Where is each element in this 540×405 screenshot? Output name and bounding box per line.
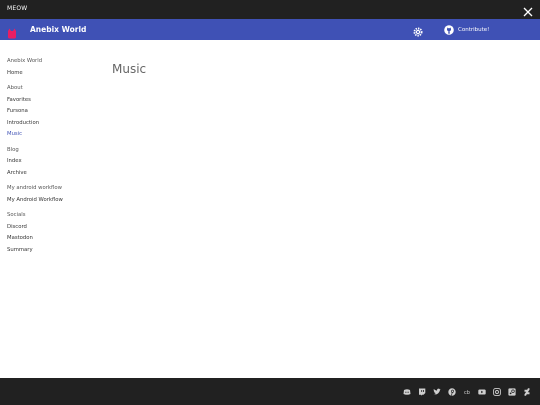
window-title: MEOW xyxy=(7,5,28,12)
sidebar-item-introduction[interactable]: Introduction xyxy=(0,118,100,130)
sidebar-item-discord[interactable]: Discord xyxy=(0,222,100,234)
nav-group-about: About Favorites Fursona Introduction Mus… xyxy=(0,83,100,141)
sidebar-item-home[interactable]: Home xyxy=(0,68,100,80)
gear-icon[interactable] xyxy=(412,23,424,37)
site-footer: cb xyxy=(0,378,540,405)
sidebar-item-archive[interactable]: Archive xyxy=(0,168,100,180)
twitter-icon[interactable] xyxy=(432,387,442,397)
codeberg-icon[interactable]: cb xyxy=(462,387,472,397)
contribute-button[interactable]: Contribute! xyxy=(444,23,489,36)
sidebar-item-index[interactable]: Index xyxy=(0,156,100,168)
site-header: Anebix World Contribute! xyxy=(0,19,540,40)
youtube-icon[interactable] xyxy=(477,387,487,397)
steam-icon[interactable] xyxy=(507,387,517,397)
nav-group-title: My android workflow xyxy=(7,185,62,191)
discord-icon[interactable] xyxy=(402,387,412,397)
deviantart-icon[interactable] xyxy=(522,387,532,397)
sidebar-item-music[interactable]: Music xyxy=(0,129,100,141)
nav-group-socials: Socials Discord Mastodon Summary xyxy=(0,210,100,256)
nav-group-blog: Blog Index Archive xyxy=(0,145,100,180)
nav-group-title: Socials xyxy=(7,212,26,218)
cat-logo-icon[interactable] xyxy=(7,24,17,39)
pinterest-icon[interactable] xyxy=(447,387,457,397)
nav-group-android-workflow: My android workflow My Android Workflow xyxy=(0,183,100,206)
sidebar-item-summary[interactable]: Summary xyxy=(0,245,100,257)
site-brand-link[interactable]: Anebix World xyxy=(30,25,86,34)
sidebar-item-favorites[interactable]: Favorites xyxy=(0,95,100,107)
sidebar-nav: Anebix World Home About Favorites Furson… xyxy=(0,56,100,260)
nav-group-title: Blog xyxy=(7,146,19,153)
instagram-icon[interactable] xyxy=(492,387,502,397)
sidebar-item-fursona[interactable]: Fursona xyxy=(0,106,100,118)
window-titlebar: MEOW xyxy=(0,0,540,19)
nav-group-title: About xyxy=(7,85,23,91)
social-icons: cb xyxy=(402,387,532,397)
twitch-icon[interactable] xyxy=(417,387,427,397)
contribute-label: Contribute! xyxy=(458,26,490,33)
nav-group-anebix-world: Anebix World Home xyxy=(0,56,100,79)
nav-group-title: Anebix World xyxy=(7,58,43,64)
close-icon[interactable] xyxy=(522,3,534,17)
svg-text:cb: cb xyxy=(464,390,470,396)
sidebar-item-my-android-workflow[interactable]: My Android Workflow xyxy=(0,195,100,207)
sidebar-item-mastodon[interactable]: Mastodon xyxy=(0,233,100,245)
github-icon xyxy=(444,24,454,35)
page-title: Music xyxy=(112,62,147,76)
